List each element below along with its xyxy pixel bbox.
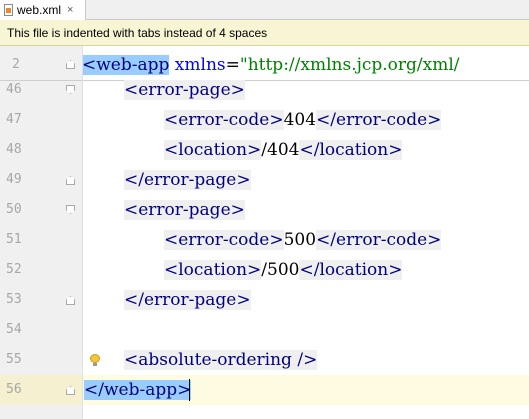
- fold-icon[interactable]: [66, 205, 75, 214]
- xml-tag: </error-code>: [316, 110, 442, 130]
- line-number: 47: [6, 112, 22, 127]
- code-line[interactable]: 55 <absolute-ordering />: [0, 345, 529, 375]
- fold-icon[interactable]: [66, 296, 75, 305]
- line-number: 53: [6, 292, 22, 307]
- code-editor[interactable]: 2 <web-app xmlns="http://xmlns.jcp.org/x…: [0, 46, 529, 419]
- xml-tag: <error-page>: [124, 80, 245, 100]
- xml-equals: =: [225, 55, 240, 75]
- tab-web-xml[interactable]: web.xml ×: [0, 0, 86, 20]
- line-number: 46: [6, 82, 22, 97]
- xml-tag: <location>: [164, 260, 262, 280]
- gutter-divider: [82, 46, 83, 419]
- xml-tag: </error-page>: [124, 290, 251, 310]
- code-line[interactable]: 49 </error-page>: [0, 165, 529, 195]
- fold-icon[interactable]: [66, 176, 75, 185]
- xml-tag: <absolute-ordering />: [124, 350, 318, 370]
- line-number: 51: [6, 232, 22, 247]
- close-icon[interactable]: ×: [67, 4, 73, 16]
- xml-tag: <error-page>: [124, 200, 245, 220]
- xml-text: /500: [261, 260, 300, 280]
- text-cursor: [189, 379, 190, 401]
- indentation-notification: This file is indented with tabs instead …: [0, 20, 529, 46]
- code-text: <location>/500</location>: [164, 255, 403, 285]
- xml-tag: <error-code>: [164, 110, 284, 130]
- code-text: </web-app>: [84, 375, 192, 405]
- xml-text: /404: [261, 140, 300, 160]
- lightbulb-icon[interactable]: [90, 354, 100, 366]
- code-text: </error-page>: [124, 285, 251, 315]
- code-line[interactable]: 48 <location>/404</location>: [0, 135, 529, 165]
- xml-tag: </error-page>: [124, 170, 251, 190]
- xml-tag: </error-code>: [316, 230, 442, 250]
- editor-tab-bar: web.xml ×: [0, 0, 529, 20]
- code-text: <error-code>500</error-code>: [164, 225, 442, 255]
- code-line[interactable]: 52 <location>/500</location>: [0, 255, 529, 285]
- xml-attr-name: xmlns: [174, 55, 226, 75]
- code-line[interactable]: 46 <error-page>: [0, 75, 529, 105]
- bulb-base: [93, 363, 97, 366]
- code-text: <error-page>: [124, 195, 245, 225]
- line-number: 50: [6, 202, 22, 217]
- xml-tag: </location>: [299, 140, 403, 160]
- xml-tag: </web-app>: [84, 380, 192, 400]
- code-line-current[interactable]: 56 </web-app>: [0, 375, 529, 405]
- code-text: <error-page>: [124, 75, 245, 105]
- line-number: 48: [6, 142, 22, 157]
- code-text: </error-page>: [124, 165, 251, 195]
- notification-text: This file is indented with tabs instead …: [7, 26, 268, 40]
- code-line[interactable]: 53 </error-page>: [0, 285, 529, 315]
- fold-icon[interactable]: [66, 85, 75, 94]
- code-text: <location>/404</location>: [164, 135, 403, 165]
- xml-text: 500: [283, 230, 317, 250]
- xml-tag: <error-code>: [164, 230, 284, 250]
- xml-file-icon: [4, 4, 13, 16]
- code-line[interactable]: 50 <error-page>: [0, 195, 529, 225]
- line-number: 55: [6, 352, 22, 367]
- code-text: <absolute-ordering />: [124, 345, 318, 375]
- xml-tag: <web-app: [82, 55, 170, 75]
- xml-tag: <location>: [164, 140, 262, 160]
- xml-text: 404: [283, 110, 317, 130]
- code-line[interactable]: 47 <error-code>404</error-code>: [0, 105, 529, 135]
- bulb-glass: [90, 354, 100, 363]
- line-number: 52: [6, 262, 22, 277]
- xml-attr-value: "http://xmlns.jcp.org/xml/: [239, 55, 460, 75]
- line-number: 49: [6, 172, 22, 187]
- code-text: <error-code>404</error-code>: [164, 105, 442, 135]
- code-line[interactable]: 51 <error-code>500</error-code>: [0, 225, 529, 255]
- line-number: 56: [6, 382, 22, 397]
- tab-label: web.xml: [17, 3, 62, 17]
- code-line[interactable]: 54: [0, 315, 529, 345]
- xml-tag: </location>: [299, 260, 403, 280]
- line-number: 54: [6, 322, 22, 337]
